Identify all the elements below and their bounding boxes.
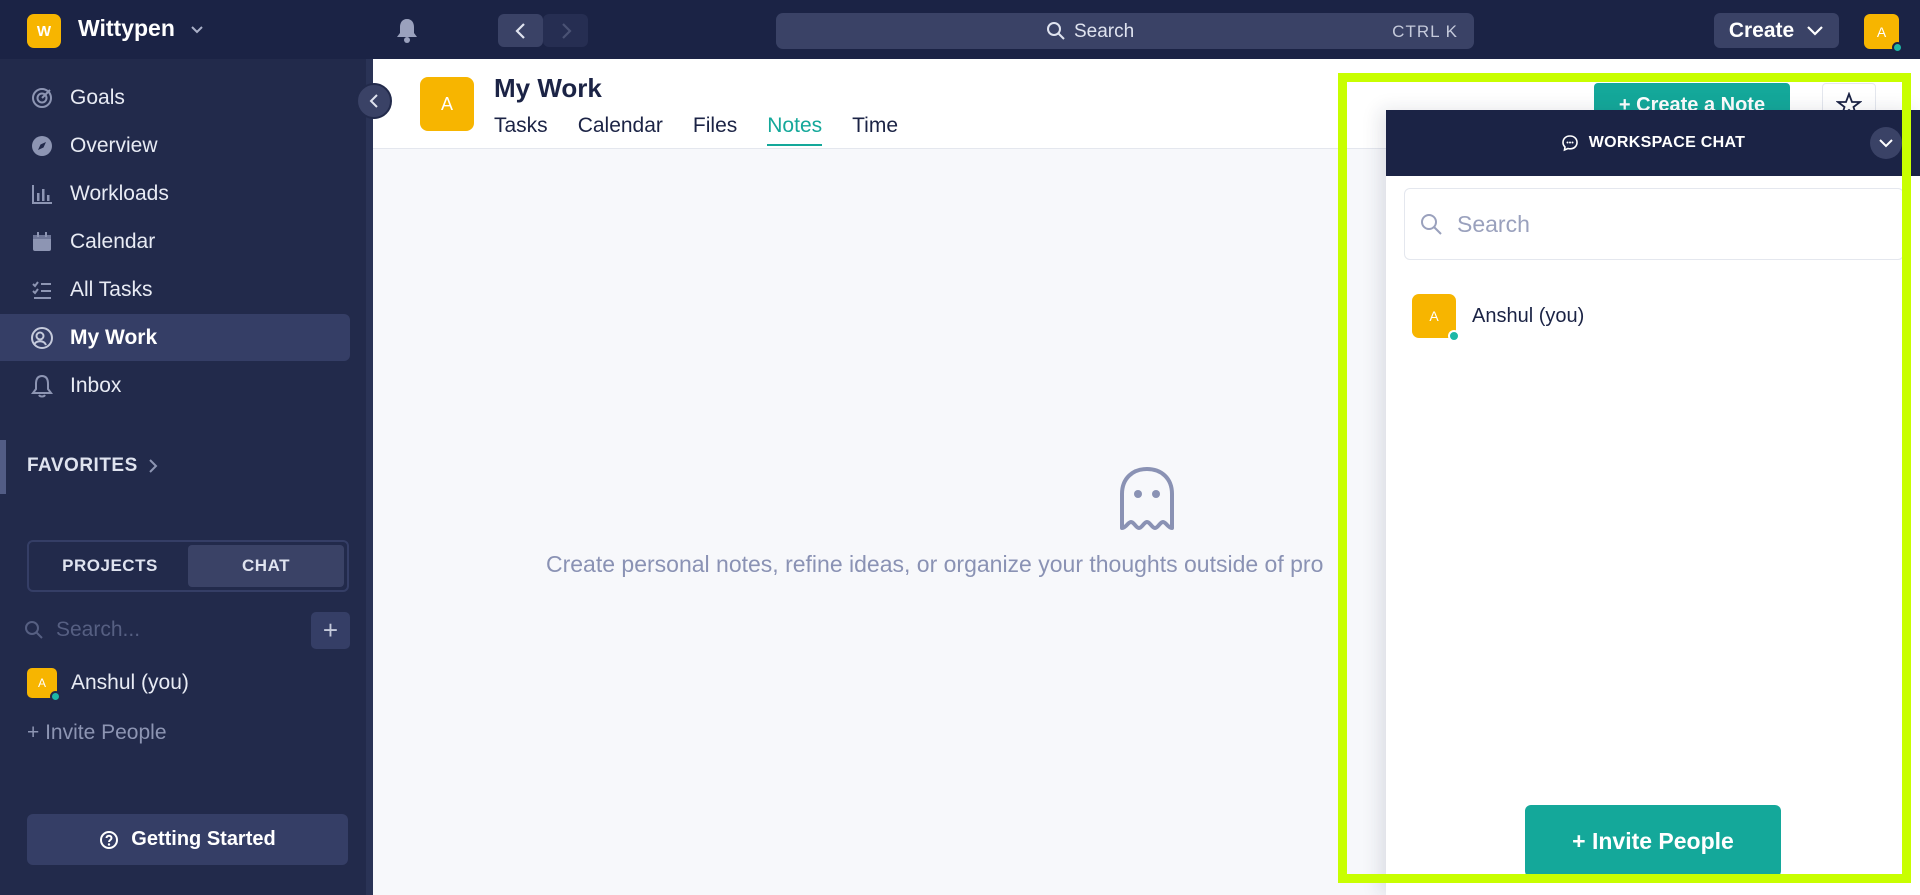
tab-files[interactable]: Files — [693, 114, 737, 146]
notification-bell-icon[interactable] — [394, 16, 420, 44]
sidebar-item-my-work[interactable]: My Work — [0, 314, 350, 361]
tab-tasks[interactable]: Tasks — [494, 114, 548, 146]
sidebar-search — [24, 612, 304, 648]
sidebar-item-label: Goals — [70, 85, 125, 109]
search-label: Search — [1074, 21, 1135, 42]
chevron-down-icon[interactable] — [190, 22, 204, 36]
user-name: Anshul (you) — [71, 671, 189, 694]
calendar-icon — [28, 228, 56, 256]
sidebar-item-all-tasks[interactable]: All Tasks — [0, 266, 350, 313]
goals-icon — [28, 84, 56, 112]
avatar: A — [27, 668, 61, 702]
sidebar-item-overview[interactable]: Overview — [0, 122, 350, 169]
workspace-name[interactable]: Wittypen — [78, 15, 175, 42]
chat-panel-title: WORKSPACE CHAT — [1588, 134, 1746, 151]
workspace-chat-panel: WORKSPACE CHAT A Anshul (you) + Invite P… — [1386, 110, 1920, 895]
create-label: Create — [1728, 18, 1795, 42]
sidebar-item-label: My Work — [70, 325, 158, 349]
tab-chat[interactable]: CHAT — [188, 545, 344, 587]
projects-chat-toggle: PROJECTS CHAT — [27, 540, 349, 592]
bar-chart-icon — [28, 180, 56, 208]
chevron-right-icon — [561, 22, 572, 39]
sidebar-item-calendar[interactable]: Calendar — [0, 218, 350, 265]
ghost-icon — [1120, 467, 1174, 530]
sidebar-search-input[interactable] — [56, 618, 276, 642]
sidebar-item-inbox[interactable]: Inbox — [0, 362, 350, 409]
sidebar-collapse-button[interactable] — [356, 83, 392, 119]
chat-search-input[interactable] — [1457, 210, 1877, 238]
page-title: My Work — [494, 73, 602, 103]
my-work-icon — [28, 324, 56, 352]
sidebar-chat-user[interactable]: A Anshul (you) — [27, 668, 189, 702]
tab-projects[interactable]: PROJECTS — [32, 545, 188, 587]
sidebar-item-label: All Tasks — [70, 277, 153, 301]
user-name: Anshul (you) — [1472, 304, 1585, 327]
bell-icon — [28, 372, 56, 400]
plus-icon: + — [322, 615, 339, 645]
online-status-dot — [1448, 330, 1460, 342]
global-search[interactable]: Search CTRL K — [776, 13, 1474, 49]
avatar-initial: A — [37, 676, 46, 690]
page-avatar: A — [420, 77, 474, 131]
chevron-right-icon — [149, 459, 158, 473]
compass-icon — [28, 132, 56, 160]
sidebar-edge — [366, 59, 373, 895]
search-shortcut: CTRL K — [1392, 22, 1458, 41]
favorites-header[interactable]: FAVORITES — [27, 455, 158, 477]
chat-search — [1404, 188, 1904, 260]
checklist-icon — [28, 276, 56, 304]
sidebar-invite-people-link[interactable]: + Invite People — [27, 721, 167, 745]
sidebar-item-label: Workloads — [70, 181, 169, 205]
chevron-left-icon — [514, 22, 525, 39]
create-button[interactable]: Create — [1714, 13, 1839, 48]
tab-calendar[interactable]: Calendar — [578, 114, 663, 146]
online-status-dot — [1892, 42, 1903, 53]
getting-started-label: Getting Started — [131, 828, 276, 850]
sidebar-item-goals[interactable]: Goals — [0, 74, 350, 121]
add-chat-button[interactable]: + — [311, 612, 350, 649]
chevron-down-icon — [1807, 25, 1823, 36]
search-icon — [25, 621, 43, 639]
page-tabs: Tasks Calendar Files Notes Time — [494, 114, 898, 146]
back-button[interactable] — [498, 14, 543, 47]
sidebar-item-label: Overview — [70, 133, 158, 157]
sidebar-item-label: Inbox — [70, 373, 122, 397]
empty-state-text: Create personal notes, refine ideas, or … — [546, 551, 1324, 577]
chevron-left-icon — [369, 94, 378, 108]
forward-button[interactable] — [543, 14, 588, 47]
sidebar-item-workloads[interactable]: Workloads — [0, 170, 350, 217]
chevron-down-icon — [1879, 139, 1893, 148]
search-icon — [1421, 214, 1442, 235]
invite-people-button[interactable]: + Invite People — [1525, 805, 1781, 877]
avatar-initial: A — [1429, 308, 1439, 324]
user-initial: A — [1876, 23, 1887, 40]
chat-bubble-icon — [1561, 135, 1578, 152]
top-bar: W Wittypen Search CTRL K Create A — [0, 0, 1920, 59]
search-icon — [1047, 22, 1065, 40]
tab-time[interactable]: Time — [852, 114, 898, 146]
workspace-logo[interactable]: W — [27, 14, 61, 48]
chat-collapse-button[interactable] — [1870, 127, 1902, 159]
help-circle-icon — [100, 830, 119, 849]
chat-user-item[interactable]: A Anshul (you) — [1412, 294, 1585, 342]
chat-panel-header: WORKSPACE CHAT — [1386, 110, 1920, 176]
favorites-indicator — [0, 440, 6, 494]
online-status-dot — [50, 691, 61, 702]
tab-notes[interactable]: Notes — [767, 114, 823, 146]
getting-started-button[interactable]: Getting Started — [27, 814, 348, 865]
favorites-label: FAVORITES — [27, 455, 138, 476]
user-avatar[interactable]: A — [1864, 14, 1903, 53]
avatar: A — [1412, 294, 1460, 342]
sidebar-item-label: Calendar — [70, 229, 156, 253]
